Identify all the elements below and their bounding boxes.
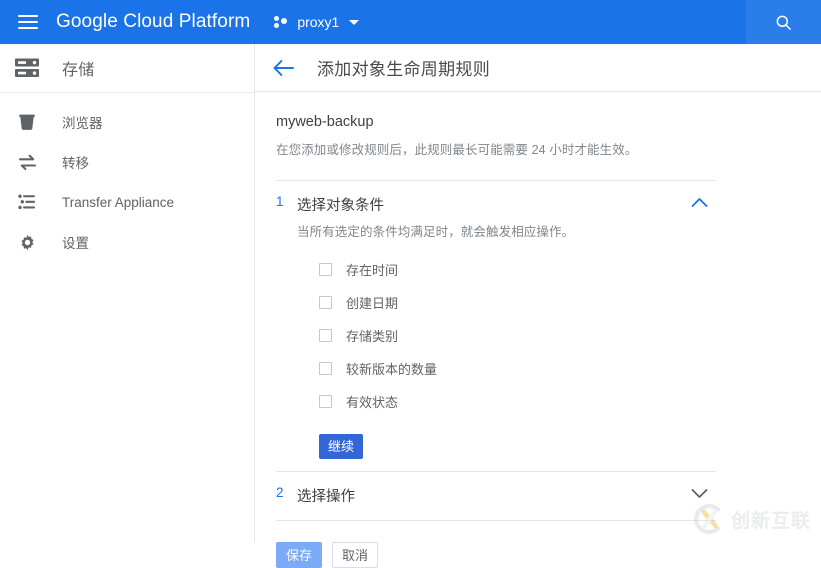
propagation-hint: 在您添加或修改规则后，此规则最长可能需要 24 小时才能生效。 xyxy=(276,139,821,158)
transfer-appliance-icon xyxy=(14,194,40,210)
checkbox-creation-date[interactable] xyxy=(319,296,332,309)
sidebar-item-transfer-appliance[interactable]: Transfer Appliance xyxy=(0,182,254,222)
storage-stack-icon xyxy=(14,57,40,79)
gear-icon xyxy=(14,234,40,251)
step-1-body: 当所有选定的条件均满足时，就会触发相应操作。 存在时间 创建日期 存储类别 xyxy=(276,221,716,459)
condition-row-age[interactable]: 存在时间 xyxy=(297,253,716,286)
step-2-header[interactable]: 2 选择操作 xyxy=(276,472,716,506)
condition-row-newer-versions[interactable]: 较新版本的数量 xyxy=(297,352,716,385)
page-title: 添加对象生命周期规则 xyxy=(317,55,490,80)
sidebar-item-browser[interactable]: 浏览器 xyxy=(0,102,254,142)
sidebar-item-transfer[interactable]: 转移 xyxy=(0,142,254,182)
step-title: 选择对象条件 xyxy=(297,194,384,215)
sidebar-item-label: 转移 xyxy=(62,152,89,172)
condition-row-live-state[interactable]: 有效状态 xyxy=(297,385,716,418)
chevron-up-icon[interactable] xyxy=(691,195,708,213)
sidebar-item-label: Transfer Appliance xyxy=(62,195,174,210)
condition-label: 较新版本的数量 xyxy=(346,359,437,378)
condition-checkbox-list: 存在时间 创建日期 存储类别 较新版本的数量 xyxy=(297,253,716,418)
cancel-button[interactable]: 取消 xyxy=(332,542,378,568)
condition-label: 存储类别 xyxy=(346,326,398,345)
brand-title: Google Cloud Platform xyxy=(56,11,250,33)
chevron-down-icon xyxy=(349,20,359,25)
form-actions: 保存 取消 xyxy=(276,542,821,568)
sidebar-item-settings[interactable]: 设置 xyxy=(0,222,254,262)
checkbox-age[interactable] xyxy=(319,263,332,276)
project-dots-icon xyxy=(274,15,290,29)
checkbox-newer-versions[interactable] xyxy=(319,362,332,375)
sidebar-header: 存储 xyxy=(0,44,254,93)
project-selector[interactable]: proxy1 xyxy=(274,7,359,37)
hamburger-bar xyxy=(18,27,38,29)
step-1-header[interactable]: 1 选择对象条件 xyxy=(276,181,716,215)
step-title: 选择操作 xyxy=(297,485,355,506)
app-bar: Google Cloud Platform proxy1 xyxy=(0,0,821,44)
sidebar-title: 存储 xyxy=(62,56,95,80)
condition-row-storage-class[interactable]: 存储类别 xyxy=(297,319,716,352)
project-name: proxy1 xyxy=(297,14,339,30)
search-icon xyxy=(774,13,793,32)
step-number: 2 xyxy=(276,485,297,500)
bucket-name: myweb-backup xyxy=(276,114,821,130)
step-number: 1 xyxy=(276,194,297,209)
main-content: 添加对象生命周期规则 myweb-backup 在您添加或修改规则后，此规则最长… xyxy=(255,44,821,542)
lifecycle-rule-card: 1 选择对象条件 当所有选定的条件均满足时，就会触发相应操作。 存在时间 xyxy=(276,180,716,521)
hamburger-bar xyxy=(18,15,38,17)
arrow-left-icon[interactable] xyxy=(271,55,297,81)
sidebar-nav-list: 浏览器 转移 Transfe xyxy=(0,93,254,262)
divider xyxy=(276,520,716,521)
sidebar-item-label: 设置 xyxy=(62,232,89,252)
hamburger-bar xyxy=(18,21,38,23)
page-content: myweb-backup 在您添加或修改规则后，此规则最长可能需要 24 小时才… xyxy=(255,92,821,568)
chevron-down-icon[interactable] xyxy=(691,486,708,504)
save-button[interactable]: 保存 xyxy=(276,542,322,568)
condition-label: 有效状态 xyxy=(346,392,398,411)
search-input[interactable] xyxy=(746,0,821,44)
continue-button[interactable]: 继续 xyxy=(319,434,363,459)
sidebar: 存储 浏览器 转移 xyxy=(0,44,255,542)
condition-label: 创建日期 xyxy=(346,293,398,312)
condition-label: 存在时间 xyxy=(346,260,398,279)
checkbox-live-state[interactable] xyxy=(319,395,332,408)
hamburger-icon[interactable] xyxy=(18,15,38,29)
checkbox-storage-class[interactable] xyxy=(319,329,332,342)
page-header: 添加对象生命周期规则 xyxy=(255,44,821,92)
step-subtitle: 当所有选定的条件均满足时，就会触发相应操作。 xyxy=(297,221,716,240)
bucket-icon xyxy=(14,114,40,131)
transfer-arrows-icon xyxy=(14,154,40,171)
sidebar-item-label: 浏览器 xyxy=(62,112,103,132)
step-2-section: 2 选择操作 xyxy=(276,471,716,521)
condition-row-creation-date[interactable]: 创建日期 xyxy=(297,286,716,319)
